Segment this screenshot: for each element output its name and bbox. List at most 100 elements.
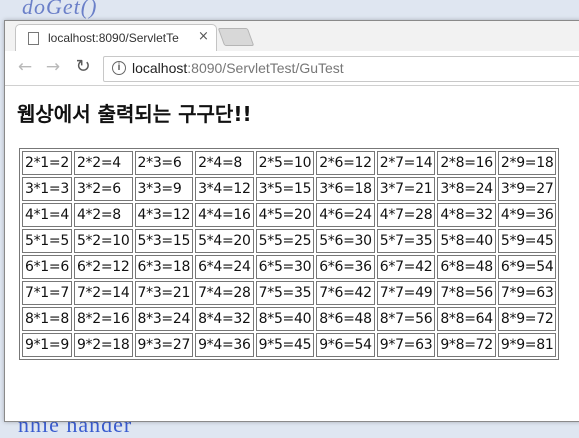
table-cell: 7*5=35 xyxy=(255,281,315,305)
url-path: :8090/ServletTest/GuTest xyxy=(187,60,344,76)
browser-toolbar: ← → ↻ i localhost:8090/ServletTest/GuTes… xyxy=(5,51,579,86)
table-cell: 2*1=2 xyxy=(22,151,72,175)
table-cell: 7*4=28 xyxy=(195,281,254,305)
table-row: 2*1=2 2*2=4 2*3=6 2*4=8 2*5=10 2*6=12 2*7=14 2*… xyxy=(22,151,557,175)
table-cell: 9*6=54 xyxy=(316,333,375,357)
page-heading: 웹상에서 출력되는 구구단!! xyxy=(17,102,252,126)
table-cell: 4*2=8 xyxy=(73,203,133,227)
tab-title: localhost:8090/ServletTe xyxy=(48,31,179,45)
table-row: 3*1=3 3*2=6 3*3=9 3*4=12 3*5=15 3*6=18 3*7=21 3… xyxy=(22,177,557,201)
url-text[interactable]: localhost:8090/ServletTest/GuTest xyxy=(132,60,344,76)
table-cell: 2*2=4 xyxy=(73,151,133,175)
table-cell: 3*9=27 xyxy=(497,177,557,201)
table-cell: 9*5=45 xyxy=(255,333,315,357)
table-cell: 7*1=7 xyxy=(22,281,72,305)
table-cell: 8*2=16 xyxy=(73,307,133,331)
table-cell: 4*8=32 xyxy=(437,203,496,227)
tab-strip: localhost:8090/ServletTe × xyxy=(5,21,579,52)
address-bar[interactable]: i localhost:8090/ServletTest/GuTest xyxy=(103,56,579,82)
table-cell: 6*8=48 xyxy=(437,255,496,279)
table-cell: 5*6=30 xyxy=(316,229,375,253)
table-cell: 2*9=18 xyxy=(497,151,557,175)
table-cell: 7*7=49 xyxy=(376,281,436,305)
table-cell: 3*5=15 xyxy=(255,177,315,201)
table-cell: 6*7=42 xyxy=(376,255,436,279)
table-cell: 5*1=5 xyxy=(22,229,72,253)
table-cell: 7*8=56 xyxy=(437,281,496,305)
table-cell: 9*8=72 xyxy=(437,333,496,357)
table-cell: 4*6=24 xyxy=(316,203,375,227)
table-cell: 8*5=40 xyxy=(255,307,315,331)
table-cell: 3*3=9 xyxy=(134,177,194,201)
table-cell: 3*1=3 xyxy=(22,177,72,201)
table-cell: 5*9=45 xyxy=(497,229,557,253)
table-cell: 2*8=16 xyxy=(437,151,496,175)
table-cell: 4*9=36 xyxy=(497,203,557,227)
back-arrow-icon[interactable]: ← xyxy=(15,57,35,77)
new-tab-button[interactable] xyxy=(217,28,255,46)
table-cell: 3*7=21 xyxy=(376,177,436,201)
table-cell: 9*9=81 xyxy=(497,333,557,357)
table-row: 9*1=9 9*2=18 9*3=27 9*4=36 9*5=45 9*6=54 9*7=6… xyxy=(22,333,557,357)
table-cell: 4*4=16 xyxy=(195,203,254,227)
table-cell: 3*8=24 xyxy=(437,177,496,201)
table-cell: 8*1=8 xyxy=(22,307,72,331)
table-cell: 9*1=9 xyxy=(22,333,72,357)
table-cell: 3*2=6 xyxy=(73,177,133,201)
table-cell: 2*3=6 xyxy=(134,151,194,175)
table-cell: 7*2=14 xyxy=(73,281,133,305)
table-cell: 6*5=30 xyxy=(255,255,315,279)
table-cell: 5*3=15 xyxy=(134,229,194,253)
table-cell: 9*4=36 xyxy=(195,333,254,357)
table-row: 5*1=5 5*2=10 5*3=15 5*4=20 5*5=25 5*6=30 5*7=3… xyxy=(22,229,557,253)
table-row: 8*1=8 8*2=16 8*3=24 8*4=32 8*5=40 8*6=48 8*7=5… xyxy=(22,307,557,331)
table-cell: 5*5=25 xyxy=(255,229,315,253)
table-cell: 7*6=42 xyxy=(316,281,375,305)
table-cell: 7*9=63 xyxy=(497,281,557,305)
table-cell: 5*2=10 xyxy=(73,229,133,253)
table-cell: 6*3=18 xyxy=(134,255,194,279)
browser-window: localhost:8090/ServletTe × ← → ↻ i local… xyxy=(4,20,579,422)
page-content: 웹상에서 출력되는 구구단!! 2*1=2 2*2=4 2*3=6 2*4=8 2*5=… xyxy=(5,86,579,421)
table-cell: 5*7=35 xyxy=(376,229,436,253)
table-cell: 2*4=8 xyxy=(195,151,254,175)
table-cell: 6*4=24 xyxy=(195,255,254,279)
table-cell: 4*1=4 xyxy=(22,203,72,227)
table-cell: 8*3=24 xyxy=(134,307,194,331)
browser-tab[interactable]: localhost:8090/ServletTe × xyxy=(15,24,217,52)
table-row: 7*1=7 7*2=14 7*3=21 7*4=28 7*5=35 7*6=42 7*7=4… xyxy=(22,281,557,305)
table-cell: 8*9=72 xyxy=(497,307,557,331)
table-cell: 9*3=27 xyxy=(134,333,194,357)
table-cell: 2*7=14 xyxy=(376,151,436,175)
table-cell: 6*9=54 xyxy=(497,255,557,279)
table-cell: 4*7=28 xyxy=(376,203,436,227)
table-cell: 8*6=48 xyxy=(316,307,375,331)
table-cell: 9*7=63 xyxy=(376,333,436,357)
table-cell: 6*1=6 xyxy=(22,255,72,279)
table-cell: 5*8=40 xyxy=(437,229,496,253)
table-cell: 7*3=21 xyxy=(134,281,194,305)
info-icon[interactable]: i xyxy=(112,61,126,75)
table-cell: 4*3=12 xyxy=(134,203,194,227)
table-row: 6*1=6 6*2=12 6*3=18 6*4=24 6*5=30 6*6=36 6*7=4… xyxy=(22,255,557,279)
forward-arrow-icon[interactable]: → xyxy=(43,57,63,77)
close-tab-icon[interactable]: × xyxy=(198,29,209,44)
table-cell: 8*7=56 xyxy=(376,307,436,331)
url-host: localhost xyxy=(132,60,188,76)
table-cell: 3*6=18 xyxy=(316,177,375,201)
page-icon xyxy=(28,32,39,45)
table-cell: 3*4=12 xyxy=(195,177,254,201)
table-cell: 5*4=20 xyxy=(195,229,254,253)
reload-icon[interactable]: ↻ xyxy=(73,56,93,77)
table-cell: 6*6=36 xyxy=(316,255,375,279)
table-cell: 8*4=32 xyxy=(195,307,254,331)
table-cell: 2*5=10 xyxy=(255,151,315,175)
table-row: 4*1=4 4*2=8 4*3=12 4*4=16 4*5=20 4*6=24 4*7=28… xyxy=(22,203,557,227)
table-cell: 8*8=64 xyxy=(437,307,496,331)
table-cell: 6*2=12 xyxy=(73,255,133,279)
table-cell: 9*2=18 xyxy=(73,333,133,357)
background-window-text: doGet() xyxy=(22,0,98,19)
multiplication-table: 2*1=2 2*2=4 2*3=6 2*4=8 2*5=10 2*6=12 2*7=14 2*… xyxy=(19,148,560,360)
table-cell: 4*5=20 xyxy=(255,203,315,227)
table-cell: 2*6=12 xyxy=(316,151,375,175)
